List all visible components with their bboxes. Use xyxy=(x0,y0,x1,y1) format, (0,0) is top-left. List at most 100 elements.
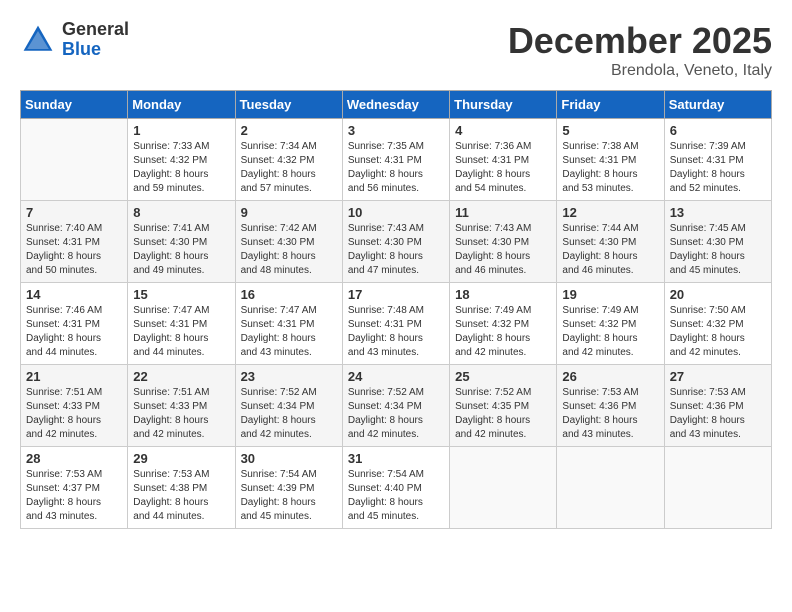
calendar-cell: 16 Sunrise: 7:47 AM Sunset: 4:31 PM Dayli… xyxy=(235,283,342,365)
day-number: 12 xyxy=(562,205,658,220)
calendar-week-row: 14Sunrise: 7:46 AM Sunset: 4:31 PM Dayli… xyxy=(21,283,772,365)
day-info: Sunrise: 7:52 AM Sunset: 4:34 PM Dayligh… xyxy=(241,386,337,442)
day-info: Sunrise: 7:42 AM Sunset: 4:30 PM Dayligh… xyxy=(241,222,337,278)
day-number: 3 xyxy=(348,123,444,138)
calendar-cell: 2Sunrise: 7:34 AM Sunset: 4:32 PM Daylig… xyxy=(235,119,342,201)
day-number: 25 xyxy=(455,369,551,384)
day-number: 19 xyxy=(562,287,658,302)
page-header: General Blue December 2025 Brendola, Ven… xyxy=(20,20,772,80)
calendar-cell: 24Sunrise: 7:52 AM Sunset: 4:34 PM Dayli… xyxy=(342,365,449,447)
calendar-cell: 17Sunrise: 7:48 AM Sunset: 4:31 PM Dayli… xyxy=(342,283,449,365)
weekday-header-friday: Friday xyxy=(557,91,664,119)
day-info: Sunrise: 7:36 AM Sunset: 4:31 PM Dayligh… xyxy=(455,140,551,196)
day-info: Sunrise: 7:51 AM Sunset: 4:33 PM Dayligh… xyxy=(26,386,122,442)
calendar-cell: 22Sunrise: 7:51 AM Sunset: 4:33 PM Dayli… xyxy=(128,365,235,447)
calendar-cell: 25 Sunrise: 7:52 AM Sunset: 4:35 PM Dayli… xyxy=(450,365,557,447)
day-info: Sunrise: 7:35 AM Sunset: 4:31 PM Dayligh… xyxy=(348,140,444,196)
day-info: Sunrise: 7:51 AM Sunset: 4:33 PM Dayligh… xyxy=(133,386,229,442)
calendar-cell: 21 Sunrise: 7:51 AM Sunset: 4:33 PM Dayli… xyxy=(21,365,128,447)
calendar-table: SundayMondayTuesdayWednesdayThursdayFrid… xyxy=(20,90,772,529)
day-number: 4 xyxy=(455,123,551,138)
day-number: 9 xyxy=(241,205,337,220)
month-title: December 2025 xyxy=(508,20,772,62)
day-number: 28 xyxy=(26,451,122,466)
day-number: 23 xyxy=(241,369,337,384)
day-number: 5 xyxy=(562,123,658,138)
day-info: Sunrise: 7:52 AM Sunset: 4:34 PM Dayligh… xyxy=(348,386,444,442)
day-info: Sunrise: 7:53 AM Sunset: 4:38 PM Dayligh… xyxy=(133,468,229,524)
day-number: 11 xyxy=(455,205,551,220)
day-number: 15 xyxy=(133,287,229,302)
calendar-cell: 11 Sunrise: 7:43 AM Sunset: 4:30 PM Dayli… xyxy=(450,201,557,283)
day-info: Sunrise: 7:38 AM Sunset: 4:31 PM Dayligh… xyxy=(562,140,658,196)
weekday-header-row: SundayMondayTuesdayWednesdayThursdayFrid… xyxy=(21,91,772,119)
day-info: Sunrise: 7:40 AM Sunset: 4:31 PM Dayligh… xyxy=(26,222,122,278)
day-info: Sunrise: 7:53 AM Sunset: 4:36 PM Dayligh… xyxy=(562,386,658,442)
day-info: Sunrise: 7:44 AM Sunset: 4:30 PM Dayligh… xyxy=(562,222,658,278)
day-info: Sunrise: 7:53 AM Sunset: 4:36 PM Dayligh… xyxy=(670,386,766,442)
calendar-cell: 20Sunrise: 7:50 AM Sunset: 4:32 PM Dayli… xyxy=(664,283,771,365)
day-info: Sunrise: 7:49 AM Sunset: 4:32 PM Dayligh… xyxy=(455,304,551,360)
calendar-cell: 26 Sunrise: 7:53 AM Sunset: 4:36 PM Dayli… xyxy=(557,365,664,447)
day-info: Sunrise: 7:48 AM Sunset: 4:31 PM Dayligh… xyxy=(348,304,444,360)
day-number: 21 xyxy=(26,369,122,384)
day-number: 6 xyxy=(670,123,766,138)
day-number: 13 xyxy=(670,205,766,220)
calendar-cell: 1Sunrise: 7:33 AM Sunset: 4:32 PM Daylig… xyxy=(128,119,235,201)
day-number: 10 xyxy=(348,205,444,220)
weekday-header-saturday: Saturday xyxy=(664,91,771,119)
calendar-cell: 6 Sunrise: 7:39 AM Sunset: 4:31 PM Daylig… xyxy=(664,119,771,201)
calendar-cell: 23 Sunrise: 7:52 AM Sunset: 4:34 PM Dayli… xyxy=(235,365,342,447)
calendar-cell: 18 Sunrise: 7:49 AM Sunset: 4:32 PM Dayli… xyxy=(450,283,557,365)
day-info: Sunrise: 7:43 AM Sunset: 4:30 PM Dayligh… xyxy=(455,222,551,278)
calendar-cell: 7Sunrise: 7:40 AM Sunset: 4:31 PM Daylig… xyxy=(21,201,128,283)
calendar-cell xyxy=(664,447,771,529)
day-number: 30 xyxy=(241,451,337,466)
calendar-cell xyxy=(21,119,128,201)
day-info: Sunrise: 7:43 AM Sunset: 4:30 PM Dayligh… xyxy=(348,222,444,278)
day-info: Sunrise: 7:54 AM Sunset: 4:40 PM Dayligh… xyxy=(348,468,444,524)
calendar-cell xyxy=(450,447,557,529)
day-number: 14 xyxy=(26,287,122,302)
weekday-header-tuesday: Tuesday xyxy=(235,91,342,119)
calendar-week-row: 28 Sunrise: 7:53 AM Sunset: 4:37 PM Dayli… xyxy=(21,447,772,529)
day-number: 26 xyxy=(562,369,658,384)
calendar-week-row: 7Sunrise: 7:40 AM Sunset: 4:31 PM Daylig… xyxy=(21,201,772,283)
calendar-cell: 4 Sunrise: 7:36 AM Sunset: 4:31 PM Daylig… xyxy=(450,119,557,201)
day-info: Sunrise: 7:53 AM Sunset: 4:37 PM Dayligh… xyxy=(26,468,122,524)
day-number: 29 xyxy=(133,451,229,466)
calendar-cell: 19 Sunrise: 7:49 AM Sunset: 4:32 PM Dayli… xyxy=(557,283,664,365)
day-info: Sunrise: 7:45 AM Sunset: 4:30 PM Dayligh… xyxy=(670,222,766,278)
calendar-cell: 10 Sunrise: 7:43 AM Sunset: 4:30 PM Dayli… xyxy=(342,201,449,283)
calendar-cell: 27Sunrise: 7:53 AM Sunset: 4:36 PM Dayli… xyxy=(664,365,771,447)
calendar-cell: 8Sunrise: 7:41 AM Sunset: 4:30 PM Daylig… xyxy=(128,201,235,283)
calendar-week-row: 1Sunrise: 7:33 AM Sunset: 4:32 PM Daylig… xyxy=(21,119,772,201)
day-info: Sunrise: 7:34 AM Sunset: 4:32 PM Dayligh… xyxy=(241,140,337,196)
calendar-cell: 13 Sunrise: 7:45 AM Sunset: 4:30 PM Dayli… xyxy=(664,201,771,283)
day-info: Sunrise: 7:47 AM Sunset: 4:31 PM Dayligh… xyxy=(241,304,337,360)
day-info: Sunrise: 7:54 AM Sunset: 4:39 PM Dayligh… xyxy=(241,468,337,524)
calendar-cell: 29 Sunrise: 7:53 AM Sunset: 4:38 PM Dayli… xyxy=(128,447,235,529)
day-number: 18 xyxy=(455,287,551,302)
day-info: Sunrise: 7:39 AM Sunset: 4:31 PM Dayligh… xyxy=(670,140,766,196)
day-info: Sunrise: 7:47 AM Sunset: 4:31 PM Dayligh… xyxy=(133,304,229,360)
day-info: Sunrise: 7:52 AM Sunset: 4:35 PM Dayligh… xyxy=(455,386,551,442)
calendar-cell: 5 Sunrise: 7:38 AM Sunset: 4:31 PM Daylig… xyxy=(557,119,664,201)
location: Brendola, Veneto, Italy xyxy=(508,62,772,80)
logo: General Blue xyxy=(20,20,129,60)
day-info: Sunrise: 7:50 AM Sunset: 4:32 PM Dayligh… xyxy=(670,304,766,360)
calendar-cell: 31Sunrise: 7:54 AM Sunset: 4:40 PM Dayli… xyxy=(342,447,449,529)
title-block: December 2025 Brendola, Veneto, Italy xyxy=(508,20,772,80)
calendar-cell: 30 Sunrise: 7:54 AM Sunset: 4:39 PM Dayli… xyxy=(235,447,342,529)
weekday-header-wednesday: Wednesday xyxy=(342,91,449,119)
weekday-header-monday: Monday xyxy=(128,91,235,119)
day-info: Sunrise: 7:41 AM Sunset: 4:30 PM Dayligh… xyxy=(133,222,229,278)
calendar-week-row: 21 Sunrise: 7:51 AM Sunset: 4:33 PM Dayli… xyxy=(21,365,772,447)
day-info: Sunrise: 7:49 AM Sunset: 4:32 PM Dayligh… xyxy=(562,304,658,360)
calendar-cell xyxy=(557,447,664,529)
weekday-header-sunday: Sunday xyxy=(21,91,128,119)
day-number: 1 xyxy=(133,123,229,138)
day-number: 16 xyxy=(241,287,337,302)
calendar-cell: 28 Sunrise: 7:53 AM Sunset: 4:37 PM Dayli… xyxy=(21,447,128,529)
calendar-cell: 14Sunrise: 7:46 AM Sunset: 4:31 PM Dayli… xyxy=(21,283,128,365)
